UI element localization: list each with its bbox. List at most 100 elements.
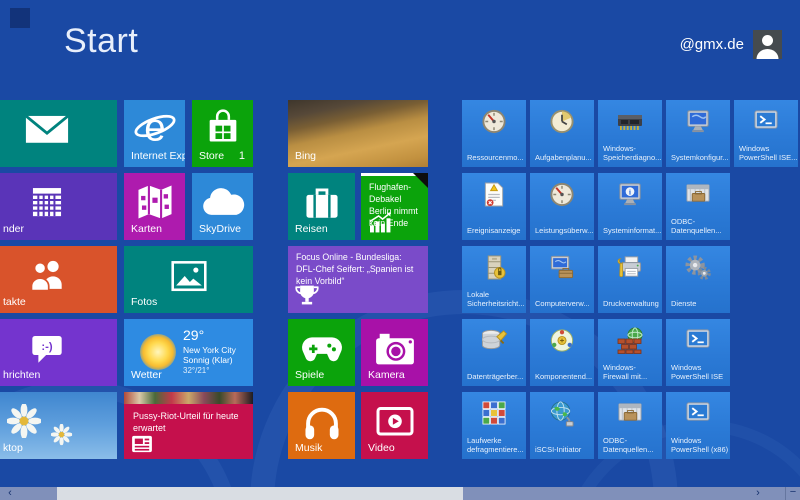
tile-systemkonfiguration[interactable]: Systemkonfigur... xyxy=(666,100,730,167)
gauge-icon xyxy=(481,108,508,135)
weather-condition: Sonnig (Klar) xyxy=(183,355,233,366)
component-services-icon xyxy=(549,327,576,354)
tile-powershell-ise-top[interactable]: Windows PowerShell ISE... xyxy=(734,100,798,167)
tile-powershell-x86[interactable]: Windows PowerShell (x86) xyxy=(666,392,730,459)
tile-desktop[interactable]: ktop xyxy=(0,392,117,459)
user-avatar-icon[interactable] xyxy=(753,30,782,59)
tile-windows-firewall[interactable]: Windows- Firewall mit... xyxy=(598,319,662,386)
tile-video[interactable]: Video xyxy=(361,392,428,459)
weather-high-low: 32°/21° xyxy=(183,365,210,375)
tile-label: Store xyxy=(199,150,225,162)
memory-chip-icon xyxy=(616,108,644,134)
trophy-icon xyxy=(295,283,319,307)
scroll-thumb[interactable] xyxy=(57,487,463,500)
tile-druckverwaltung[interactable]: Druckverwaltung xyxy=(598,246,662,313)
cloud-icon xyxy=(200,187,246,218)
powershell-icon xyxy=(685,327,712,352)
page-title: Start xyxy=(64,22,139,60)
tile-label: Windows PowerShell ISE xyxy=(671,362,724,382)
tile-powershell-ise[interactable]: Windows PowerShell ISE xyxy=(666,319,730,386)
odbc-icon xyxy=(685,181,712,206)
scroll-right-button[interactable]: › xyxy=(750,487,766,500)
tile-bing[interactable]: Bing xyxy=(288,100,428,167)
daisy-icon xyxy=(6,403,42,439)
disk-cleanup-icon xyxy=(481,327,508,353)
tile-reisen[interactable]: Reisen xyxy=(288,173,355,240)
tile-komponentendienste[interactable]: Komponentend... xyxy=(530,319,594,386)
tile-computerverwaltung[interactable]: Computerverw... xyxy=(530,246,594,313)
tile-label: Systeminformat... xyxy=(603,226,662,236)
tile-odbc-datenquellen-2[interactable]: ODBC- Datenquellen... xyxy=(598,392,662,459)
photo-icon xyxy=(168,258,210,294)
tile-lokale-sicherheitsrichtlinie[interactable]: Lokale Sicherheitsricht... xyxy=(462,246,526,313)
people-icon xyxy=(26,257,68,295)
user-email: @gmx.de xyxy=(679,36,744,53)
tile-ressourcenmonitor[interactable]: Ressourcenmo... xyxy=(462,100,526,167)
tile-label: Lokale Sicherheitsricht... xyxy=(467,289,525,309)
tile-label: Fotos xyxy=(131,296,158,308)
odbc-icon xyxy=(617,400,644,425)
news-photo-strip xyxy=(124,392,253,404)
tile-kamera[interactable]: Kamera xyxy=(361,319,428,386)
tile-store[interactable]: Store 1 xyxy=(192,100,253,167)
tile-odbc-datenquellen-1[interactable]: ODBC- Datenquellen... xyxy=(666,173,730,240)
gears-icon xyxy=(685,254,712,281)
tile-label: SkyDrive xyxy=(199,223,242,235)
tile-label: Ereignisanzeige xyxy=(467,226,521,236)
tile-iscsi-initiator[interactable]: iSCSI-Initiator xyxy=(530,392,594,459)
tile-label: Druckverwaltung xyxy=(603,299,659,309)
tile-label: Wetter xyxy=(131,369,162,381)
tile-sport[interactable]: Focus Online - Bundesliga: DFL-Chef Seif… xyxy=(288,246,428,313)
tile-group-right: Ressourcenmo... Aufgabenplanu... Windows- … xyxy=(462,100,798,459)
tile-laufwerke-defragmentieren[interactable]: Laufwerke defragmentiere... xyxy=(462,392,526,459)
semantic-zoom-button[interactable]: − xyxy=(785,487,800,500)
tile-karten[interactable]: Karten xyxy=(124,173,185,240)
tile-spiele[interactable]: Spiele xyxy=(288,319,355,386)
message-icon: :-) xyxy=(26,330,68,368)
defrag-icon xyxy=(481,400,507,426)
security-policy-icon xyxy=(482,254,507,281)
gauge-icon xyxy=(549,181,576,208)
tile-fotos[interactable]: Fotos xyxy=(124,246,253,313)
powershell-icon xyxy=(685,400,712,425)
tile-label: Ressourcenmo... xyxy=(467,153,524,163)
tile-aufgabenplanung[interactable]: Aufgabenplanu... xyxy=(530,100,594,167)
tile-nachrichten[interactable]: :-) hrichten xyxy=(0,319,117,386)
tile-label: Aufgabenplanu... xyxy=(535,153,592,163)
store-icon xyxy=(203,109,243,149)
tile-label: Windows- Firewall mit... xyxy=(603,362,648,382)
camera-icon xyxy=(373,331,417,367)
scroll-left-button[interactable]: ‹ xyxy=(2,487,18,500)
globe-cable-icon xyxy=(549,400,576,427)
tile-skydrive[interactable]: SkyDrive xyxy=(192,173,253,240)
chart-icon xyxy=(368,212,394,234)
horizontal-scrollbar[interactable]: ‹ › − xyxy=(0,487,800,500)
tile-datentraegerbereinigung[interactable]: Datenträgerber... xyxy=(462,319,526,386)
tile-label: hrichten xyxy=(3,369,41,381)
tile-label: takte xyxy=(3,296,26,308)
tile-speicherdiagnose[interactable]: Windows- Speicherdiagno... xyxy=(598,100,662,167)
svg-text::-): :-) xyxy=(41,341,52,353)
tile-label: ODBC- Datenquellen... xyxy=(603,435,654,455)
tile-finanzen[interactable]: Flughafen-Debakel Berlin nimmt kein Ende xyxy=(361,173,428,240)
controller-icon xyxy=(300,333,344,365)
clock-icon xyxy=(549,108,576,135)
tile-dienste[interactable]: Dienste xyxy=(666,246,730,313)
tile-ereignisanzeige[interactable]: Ereignisanzeige xyxy=(462,173,526,240)
tile-leistungsueberwachung[interactable]: Leistungsüberw... xyxy=(530,173,594,240)
weather-city: New York City xyxy=(183,344,236,355)
user-account[interactable]: @gmx.de xyxy=(680,30,782,59)
tile-mail[interactable] xyxy=(0,100,117,167)
tile-musik[interactable]: Musik xyxy=(288,392,355,459)
tile-wetter[interactable]: 29° New York City Sonnig (Klar) 32°/21° Wett… xyxy=(124,319,253,386)
tile-internet-explorer[interactable]: eInternet Explorer xyxy=(124,100,185,167)
tile-news[interactable]: Pussy-Riot-Urteil für heute erwartet xyxy=(124,392,253,459)
peek-corner xyxy=(413,173,428,188)
tile-group-middle: Bing Reisen Flughafen-Debakel Berlin nimmt… xyxy=(288,100,428,459)
tile-kontakte[interactable]: takte xyxy=(0,246,117,313)
tile-label: Windows- Speicherdiagno... xyxy=(603,143,662,163)
weather-temperature: 29° xyxy=(183,327,205,343)
mail-icon xyxy=(24,113,70,146)
tile-kalender[interactable]: nder xyxy=(0,173,117,240)
tile-systeminformationen[interactable]: i Systeminformat... xyxy=(598,173,662,240)
